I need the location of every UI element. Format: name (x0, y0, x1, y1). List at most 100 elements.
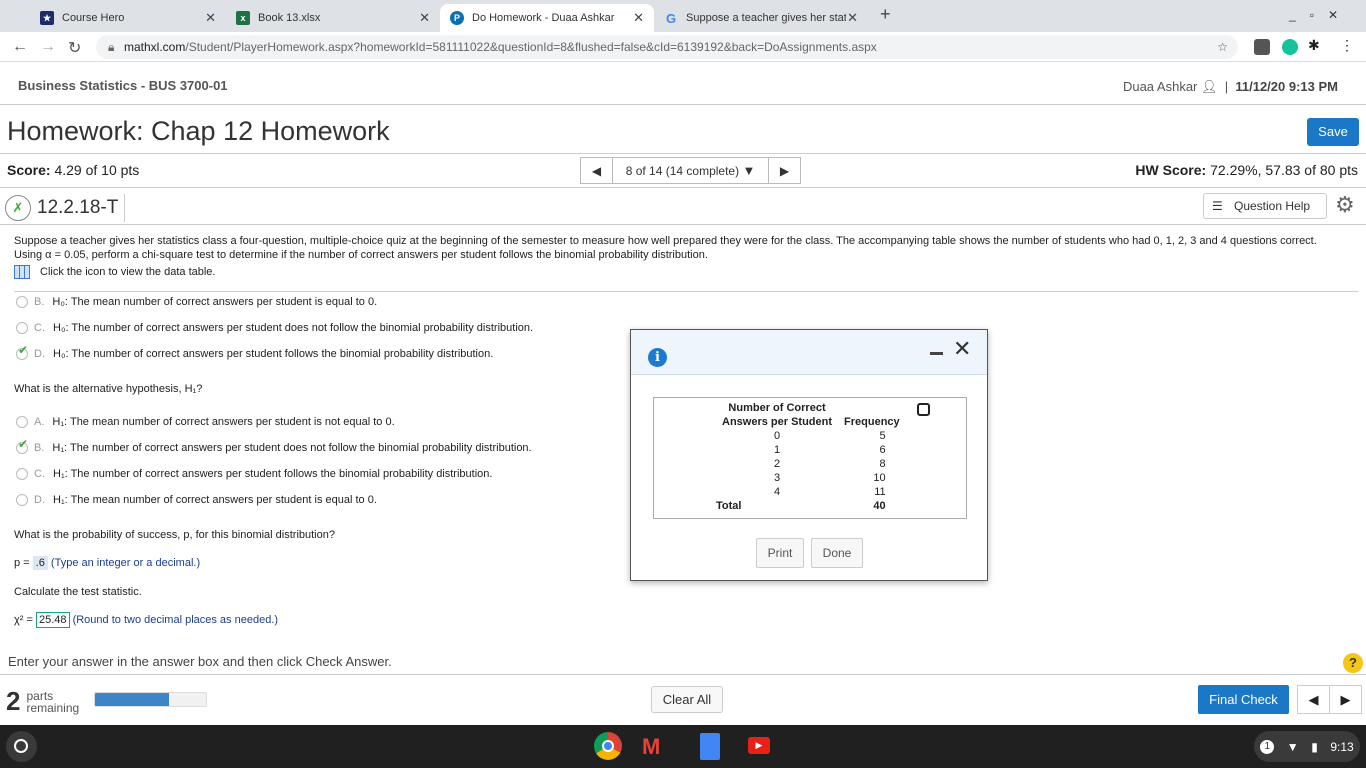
final-check-button[interactable]: Final Check (1198, 685, 1289, 714)
user-name[interactable]: Duaa Ashkar (1123, 79, 1197, 94)
notification-count: 1 (1260, 739, 1275, 754)
answers-cell: 0 (773, 430, 781, 442)
stat-prompt: Calculate the test statistic. (14, 586, 142, 598)
next-question-button[interactable]: ▶ (768, 158, 800, 183)
question-select[interactable]: 8 of 14 (14 complete) ▼ (613, 158, 768, 183)
tab-course-hero[interactable]: ★ Course Hero ✕ (30, 4, 226, 32)
answer-option[interactable]: C. H₁: The number of correct answers per … (16, 468, 492, 480)
chi-input[interactable]: 25.48 (35, 612, 70, 628)
extension-download-icon[interactable] (1254, 39, 1270, 55)
radio-button[interactable] (16, 322, 28, 334)
radio-button[interactable] (16, 343, 28, 360)
url-input[interactable]: 🔒︎ mathxl.com/Student/PlayerHomework.aspx… (96, 35, 1238, 59)
total-value: 40 (873, 500, 886, 512)
answer-option[interactable]: C. H₀: The number of correct answers per … (16, 322, 533, 334)
chi-label: χ² = (14, 614, 33, 626)
answer-option[interactable]: A. H₁: The mean number of correct answers… (16, 416, 395, 428)
close-icon[interactable]: ✕ (953, 336, 971, 362)
close-tab-icon[interactable]: ✕ (633, 10, 644, 26)
print-button[interactable]: Print (756, 538, 804, 568)
progress-fill (95, 693, 170, 706)
parts-progress-bar (94, 692, 207, 707)
battery-icon: ▮ (1311, 739, 1318, 754)
option-text: H₀: The number of correct answers per st… (53, 348, 494, 360)
option-letter: D. (34, 348, 45, 360)
close-tab-icon[interactable]: ✕ (205, 10, 216, 26)
answers-cell: 1 (773, 444, 781, 456)
answer-option[interactable]: B. H₀: The mean number of correct answers… (16, 296, 377, 308)
tab-book13[interactable]: x Book 13.xlsx ✕ (226, 4, 440, 32)
minimize-icon[interactable] (930, 352, 943, 355)
gear-icon[interactable]: ⚙ (1335, 192, 1355, 218)
extensions-icon[interactable]: ✱ (1308, 37, 1320, 54)
tab-google-search[interactable]: G Suppose a teacher gives her stat ✕ (654, 4, 868, 32)
close-tab-icon[interactable]: ✕ (847, 10, 858, 26)
frequency-cell: 11 (874, 486, 886, 498)
option-letter: C. (34, 468, 45, 480)
next-part-button[interactable]: ▶ (1329, 686, 1361, 713)
wifi-icon: ▼ (1286, 739, 1299, 754)
column-header: Answers per Student (722, 416, 833, 428)
copy-icon[interactable] (917, 403, 930, 416)
prev-part-button[interactable]: ◀ (1298, 686, 1329, 713)
table-row: 4 11 (716, 485, 906, 499)
youtube-icon[interactable]: ▶ (748, 737, 770, 754)
window-controls[interactable]: _▫✕ (1289, 8, 1352, 22)
chrome-icon[interactable] (594, 732, 622, 760)
close-tab-icon[interactable]: ✕ (419, 10, 430, 26)
browser-tab-bar: ★ Course Hero ✕ x Book 13.xlsx ✕ P Do Homewor… (0, 0, 1366, 32)
p-label: p = (14, 557, 30, 569)
tab-title: Suppose a teacher gives her stat (686, 12, 846, 24)
pearson-icon: P (450, 11, 464, 25)
partial-correct-icon: ✗ (5, 195, 31, 221)
radio-button[interactable] (16, 494, 28, 506)
p-input[interactable]: .6 (32, 556, 48, 570)
status-tray[interactable]: 1 ▼ ▮ 9:13 (1254, 731, 1360, 762)
data-table-link[interactable]: Click the icon to view the data table. (14, 265, 215, 279)
answer-option[interactable]: D. H₀: The number of correct answers per … (16, 343, 494, 360)
table-icon[interactable] (14, 265, 30, 279)
reload-icon[interactable]: ↻ (68, 38, 81, 58)
tab-do-homework[interactable]: P Do Homework - Duaa Ashkar ✕ (440, 4, 654, 32)
clear-all-button[interactable]: Clear All (651, 686, 723, 713)
help-icon[interactable]: ? (1343, 653, 1363, 673)
docs-icon[interactable] (700, 733, 720, 760)
grammarly-icon[interactable] (1282, 39, 1298, 55)
answers-cell: 2 (773, 458, 781, 470)
star-icon[interactable]: ☆ (1217, 35, 1228, 59)
frequency-table: Number of Correct Answers per Student Fre… (653, 397, 967, 519)
data-link-label: Click the icon to view the data table. (40, 266, 216, 278)
radio-button[interactable] (16, 437, 28, 454)
save-button[interactable]: Save (1307, 118, 1359, 146)
radio-button[interactable] (16, 468, 28, 480)
tab-title: Book 13.xlsx (258, 12, 321, 24)
question-id-label: 12.2.18-T (37, 197, 119, 218)
forward-icon[interactable]: → (40, 38, 56, 56)
hw-score-value: 72.29%, 57.83 of 80 pts (1210, 162, 1358, 178)
radio-button[interactable] (16, 416, 28, 428)
answer-option[interactable]: B. H₁: The number of correct answers per … (16, 437, 532, 454)
hw-score-label: HW Score: (1135, 162, 1207, 178)
dialog-header: i ✕ (631, 330, 987, 375)
question-help-button[interactable]: ☰ Question Help (1203, 193, 1327, 219)
done-button[interactable]: Done (811, 538, 863, 568)
user-info: Duaa Ashkar 👤︎ | 11/12/20 9:13 PM (1122, 79, 1338, 94)
gmail-icon[interactable]: M (642, 734, 660, 760)
launcher-button[interactable] (6, 731, 37, 762)
table-row: 28 (716, 457, 906, 471)
option-text: H₁: The mean number of correct answers p… (52, 416, 395, 428)
new-tab-icon[interactable]: + (880, 4, 891, 25)
tab-title: Do Homework - Duaa Ashkar (472, 12, 615, 24)
back-icon[interactable]: ← (12, 38, 28, 56)
menu-icon[interactable]: ⋮ (1340, 37, 1354, 54)
answers-cell: 3 (773, 472, 781, 484)
radio-button[interactable] (16, 296, 28, 308)
alt-hypothesis-prompt: What is the alternative hypothesis, H₁? (14, 383, 203, 395)
answer-option[interactable]: D. H₁: The mean number of correct answers… (16, 494, 377, 506)
score: Score: 4.29 of 10 pts (7, 162, 139, 178)
option-letter: D. (34, 494, 45, 506)
prev-question-button[interactable]: ◀ (581, 158, 613, 183)
table-row: 3 10 (716, 471, 906, 485)
option-text: H₁: The number of correct answers per st… (53, 468, 493, 480)
frequency-cell: 10 (873, 472, 886, 484)
